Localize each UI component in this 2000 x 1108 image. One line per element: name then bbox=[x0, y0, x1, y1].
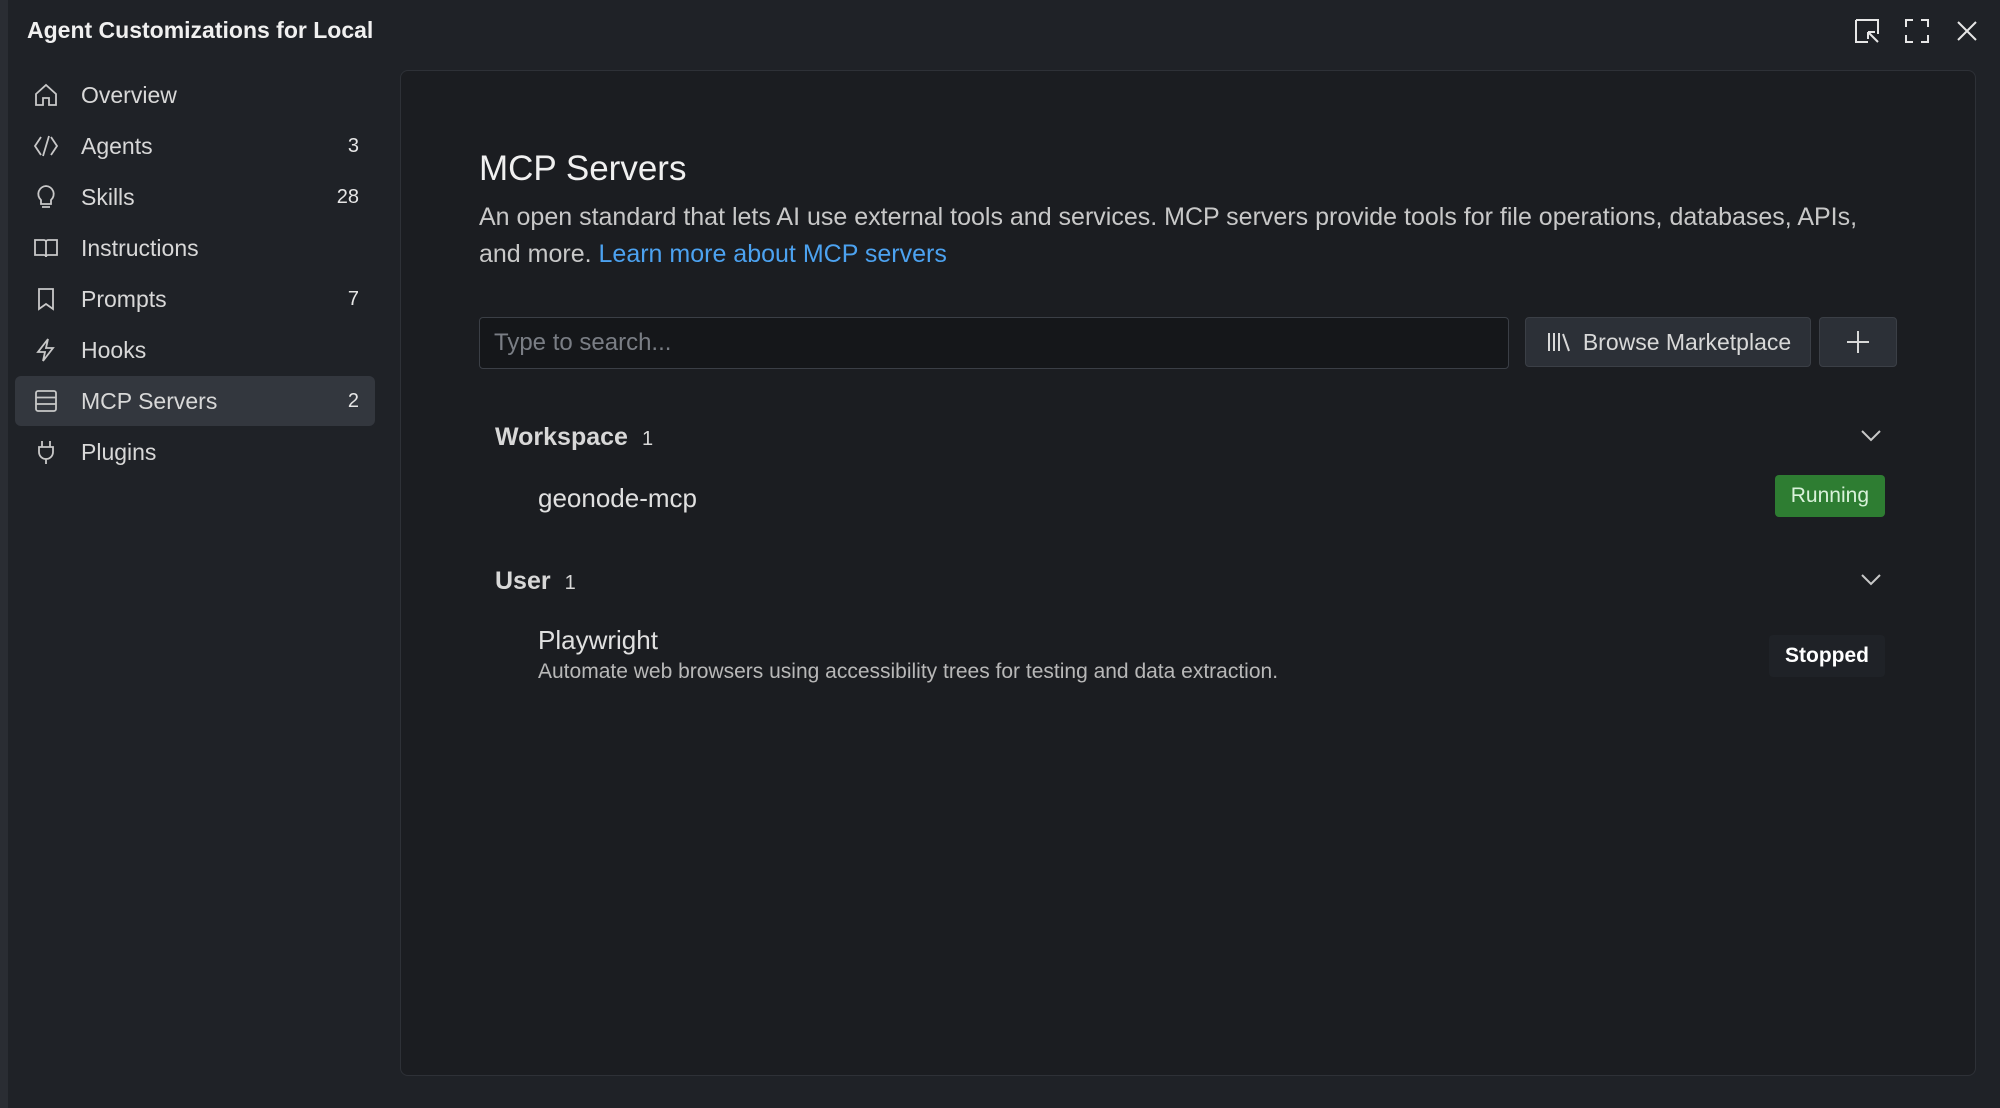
sidebar-item-plugins[interactable]: Plugins bbox=[15, 427, 375, 477]
window-controls bbox=[1848, 12, 1986, 50]
editor-edge bbox=[0, 0, 8, 1108]
server-row-geonode-mcp[interactable]: geonode-mcp Running bbox=[538, 475, 1885, 543]
sidebar-item-label: Agents bbox=[81, 132, 153, 159]
sidebar-item-label: MCP Servers bbox=[81, 387, 218, 414]
sidebar-item-label: Plugins bbox=[81, 438, 157, 465]
status-badge: Running bbox=[1774, 475, 1885, 517]
server-description: Automate web browsers using accessibilit… bbox=[538, 660, 1279, 683]
chevron-down-icon bbox=[1861, 574, 1881, 586]
home-icon bbox=[31, 80, 61, 110]
sidebar-item-prompts[interactable]: Prompts 7 bbox=[15, 274, 375, 324]
close-button[interactable] bbox=[1948, 12, 1986, 50]
add-server-button[interactable] bbox=[1819, 317, 1897, 367]
lightbulb-icon bbox=[31, 182, 61, 212]
page-title: MCP Servers bbox=[479, 149, 687, 188]
server-name: geonode-mcp bbox=[538, 483, 697, 513]
page-description: An open standard that lets AI use extern… bbox=[479, 199, 1899, 273]
group-count: 1 bbox=[641, 428, 654, 450]
sidebar-item-label: Overview bbox=[81, 81, 177, 108]
main-panel: MCP Servers An open standard that lets A… bbox=[400, 70, 1976, 1076]
server-name: Playwright bbox=[538, 625, 658, 655]
sidebar-item-count: 28 bbox=[336, 185, 359, 208]
workspace-collapse-toggle[interactable] bbox=[1857, 421, 1885, 454]
sidebar-item-skills[interactable]: Skills 28 bbox=[15, 172, 375, 222]
sidebar-item-instructions[interactable]: Instructions bbox=[15, 223, 375, 273]
sidebar-item-hooks[interactable]: Hooks bbox=[15, 325, 375, 375]
user-collapse-toggle[interactable] bbox=[1857, 565, 1885, 598]
pop-out-icon bbox=[1855, 19, 1879, 43]
sidebar-item-count: 2 bbox=[347, 389, 359, 412]
pop-out-button[interactable] bbox=[1848, 12, 1886, 50]
sidebar: Overview Agents 3 Skills 28 Instructions… bbox=[15, 70, 375, 478]
bookmark-icon bbox=[31, 284, 61, 314]
group-title: User bbox=[495, 567, 551, 595]
book-icon bbox=[31, 233, 61, 263]
library-icon bbox=[1547, 333, 1570, 352]
status-badge: Stopped bbox=[1769, 635, 1885, 677]
plug-icon bbox=[31, 437, 61, 467]
server-row-playwright[interactable]: Playwright Automate web browsers using a… bbox=[538, 625, 1885, 695]
browse-marketplace-button[interactable]: Browse Marketplace bbox=[1525, 317, 1811, 367]
group-title: Workspace bbox=[495, 423, 628, 451]
sidebar-item-overview[interactable]: Overview bbox=[15, 70, 375, 120]
group-user-header[interactable]: User 1 bbox=[495, 567, 576, 596]
app-window: Agent Customizations for Local Overview … bbox=[0, 0, 2000, 1108]
lightning-icon bbox=[31, 335, 61, 365]
sidebar-item-count: 3 bbox=[347, 134, 359, 157]
sidebar-item-label: Instructions bbox=[81, 234, 199, 261]
maximize-button[interactable] bbox=[1898, 12, 1936, 50]
group-workspace-header[interactable]: Workspace 1 bbox=[495, 423, 653, 452]
sidebar-item-count: 7 bbox=[347, 287, 359, 310]
close-icon bbox=[1957, 21, 1977, 41]
maximize-icon bbox=[1905, 19, 1929, 43]
title-bar: Agent Customizations for Local bbox=[8, 0, 2000, 60]
sidebar-item-label: Hooks bbox=[81, 336, 147, 363]
sidebar-item-agents[interactable]: Agents 3 bbox=[15, 121, 375, 171]
learn-more-link[interactable]: Learn more about MCP servers bbox=[599, 240, 947, 268]
sidebar-item-mcp-servers[interactable]: MCP Servers 2 bbox=[15, 376, 375, 426]
window-title: Agent Customizations for Local bbox=[27, 16, 374, 43]
search-input[interactable] bbox=[479, 317, 1509, 369]
sidebar-item-label: Prompts bbox=[81, 285, 167, 312]
sidebar-item-label: Skills bbox=[81, 183, 135, 210]
server-icon bbox=[31, 386, 61, 416]
agents-icon bbox=[31, 131, 61, 161]
chevron-down-icon bbox=[1861, 430, 1881, 442]
group-count: 1 bbox=[564, 572, 576, 594]
browse-marketplace-label: Browse Marketplace bbox=[1582, 328, 1792, 355]
plus-icon bbox=[1847, 331, 1869, 353]
